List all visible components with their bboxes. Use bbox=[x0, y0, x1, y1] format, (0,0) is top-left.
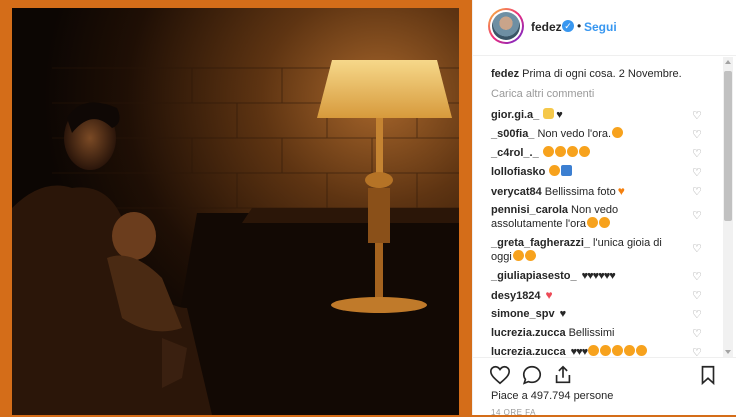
black-hearts-emoji-icon: ♥♥♥♥♥♥ bbox=[581, 270, 616, 282]
lion-emoji-icon bbox=[612, 345, 624, 356]
heart-eyes-emoji-icon bbox=[612, 127, 624, 138]
red-heart-emoji-icon: ♥ bbox=[545, 288, 553, 302]
comment-username[interactable]: desy1824 bbox=[491, 290, 541, 302]
comment-item: _greta_fagherazzi_ l'unica gioia di oggi bbox=[491, 236, 703, 264]
like-comment-heart-icon[interactable]: ♡ bbox=[692, 149, 702, 160]
comment-text: l'unica gioia di bbox=[593, 237, 662, 249]
comment-username[interactable]: verycat84 bbox=[491, 186, 542, 198]
comment-text: Non vedo bbox=[571, 204, 619, 216]
comment-item: pennisi_carola Non vedo assolutamente l'or… bbox=[491, 203, 703, 231]
heart-eyes-emoji-icon bbox=[512, 250, 524, 261]
comment-item: lucrezia.zucca ♥♥♥ bbox=[491, 345, 703, 357]
comment-username[interactable]: gior.gi.a_ bbox=[491, 109, 539, 121]
heart-eyes-emoji-icon bbox=[587, 217, 599, 228]
comment-text: Bellissimi bbox=[568, 327, 615, 339]
black-hearts-emoji-icon: ♥♥♥ bbox=[570, 346, 589, 357]
comments-list[interactable]: fedez Prima di ogni cosa. 2 Novembre. Car… bbox=[473, 57, 723, 357]
share-icon[interactable] bbox=[552, 364, 574, 386]
comment-username[interactable]: lollofiasko bbox=[491, 166, 545, 178]
orange-heart-emoji-icon: ♥ bbox=[617, 184, 625, 198]
heart-eyes-emoji-icon bbox=[566, 146, 578, 157]
lion-emoji-icon bbox=[600, 345, 612, 356]
comment-item: verycat84 Bellissima foto ♥ bbox=[491, 184, 703, 199]
comments-scrollbar[interactable] bbox=[723, 57, 733, 357]
comment-text-continued: oggi bbox=[491, 251, 512, 263]
like-comment-heart-icon[interactable]: ♡ bbox=[692, 272, 702, 283]
comment-item: lucrezia.zucca Bellissimi bbox=[491, 326, 703, 340]
comment-item: _giuliapiasesto_ ♥♥♥♥♥♥ bbox=[491, 269, 703, 283]
heart-eyes-emoji-icon bbox=[542, 146, 554, 157]
separator-dot: • bbox=[577, 19, 582, 33]
anchor-emoji-icon bbox=[561, 165, 573, 176]
like-comment-heart-icon[interactable]: ♡ bbox=[692, 310, 702, 321]
lion-emoji-icon bbox=[636, 345, 648, 356]
like-comment-heart-icon[interactable]: ♡ bbox=[692, 130, 702, 141]
comment-username[interactable]: lucrezia.zucca bbox=[491, 346, 566, 357]
scroll-up-arrow-icon[interactable] bbox=[725, 60, 731, 64]
heart-eyes-emoji-icon bbox=[549, 165, 561, 176]
like-comment-heart-icon[interactable]: ♡ bbox=[692, 348, 702, 358]
avatar[interactable] bbox=[488, 8, 524, 44]
lion-emoji-icon bbox=[624, 345, 636, 356]
comment-username[interactable]: pennisi_carola bbox=[491, 204, 568, 216]
comment-item: desy1824 ♥ bbox=[491, 288, 703, 303]
post-caption: fedez Prima di ogni cosa. 2 Novembre. bbox=[491, 68, 682, 80]
load-more-comments-button[interactable]: Carica altri commenti bbox=[491, 88, 594, 100]
comment-username[interactable]: _greta_fagherazzi_ bbox=[491, 237, 590, 249]
post-photo[interactable] bbox=[12, 8, 459, 415]
comment-text: Bellissima foto bbox=[544, 186, 616, 198]
like-heart-icon[interactable] bbox=[489, 364, 511, 386]
scroll-down-arrow-icon[interactable] bbox=[725, 350, 731, 354]
comment-username[interactable]: _s00fia_ bbox=[491, 128, 534, 140]
like-comment-heart-icon[interactable]: ♡ bbox=[692, 168, 702, 179]
post-timestamp: 14 ORE FA bbox=[491, 408, 536, 417]
comment-item: _c4rol_._ bbox=[491, 146, 703, 160]
like-comment-heart-icon[interactable]: ♡ bbox=[692, 187, 702, 198]
likes-count[interactable]: Piace a 497.794 persone bbox=[491, 390, 613, 402]
scrollbar-thumb[interactable] bbox=[724, 71, 732, 221]
comment-username[interactable]: simone_spv bbox=[491, 308, 555, 320]
comment-text: Non vedo l'ora. bbox=[537, 128, 612, 140]
like-comment-heart-icon[interactable]: ♡ bbox=[692, 244, 702, 255]
comment-username[interactable]: _giuliapiasesto_ bbox=[491, 270, 577, 282]
caption-text: Prima di ogni cosa. 2 Novembre. bbox=[522, 68, 682, 80]
like-comment-heart-icon[interactable]: ♡ bbox=[692, 211, 702, 222]
caption-username[interactable]: fedez bbox=[491, 68, 519, 80]
comment-username[interactable]: _c4rol_._ bbox=[491, 147, 539, 159]
likes-text: Piace a 497.794 persone bbox=[491, 390, 614, 402]
comment-item: _s00fia_ Non vedo l'ora. bbox=[491, 127, 703, 141]
comment-item: lollofiasko bbox=[491, 165, 703, 179]
black-heart-emoji-icon: ♥ bbox=[556, 109, 562, 121]
heart-eyes-emoji-icon bbox=[599, 217, 611, 228]
comment-item: gior.gi.a_ ♥ bbox=[491, 108, 703, 122]
page-background: fedez ✓ • Segui fedez Prima di ogni cosa.… bbox=[0, 0, 736, 417]
comment-item: simone_spv ♥ bbox=[491, 307, 703, 321]
like-comment-heart-icon[interactable]: ♡ bbox=[692, 111, 702, 122]
avatar-ring bbox=[490, 10, 522, 42]
bookmark-icon[interactable] bbox=[697, 364, 719, 386]
avatar-image bbox=[492, 12, 520, 40]
black-heart-emoji-icon: ♥ bbox=[559, 308, 566, 320]
heart-eyes-emoji-icon bbox=[524, 250, 536, 261]
post-header: fedez ✓ • Segui bbox=[473, 0, 736, 56]
follow-button[interactable]: Segui bbox=[584, 20, 617, 34]
comment-bubble-icon[interactable] bbox=[521, 364, 543, 386]
praying-hands-emoji-icon bbox=[543, 108, 555, 119]
heart-eyes-emoji-icon bbox=[554, 146, 566, 157]
comment-username[interactable]: lucrezia.zucca bbox=[491, 327, 566, 339]
lion-emoji-icon bbox=[588, 345, 600, 356]
heart-eyes-emoji-icon bbox=[578, 146, 590, 157]
verified-badge-icon: ✓ bbox=[562, 20, 574, 32]
photo-illustration bbox=[12, 8, 459, 415]
like-comment-heart-icon[interactable]: ♡ bbox=[692, 291, 702, 302]
author-username[interactable]: fedez bbox=[531, 20, 562, 34]
like-comment-heart-icon[interactable]: ♡ bbox=[692, 329, 702, 340]
post-side-panel: fedez ✓ • Segui fedez Prima di ogni cosa.… bbox=[472, 0, 736, 417]
comment-text-continued: assolutamente l'ora bbox=[491, 218, 587, 230]
post-actions-bar bbox=[473, 357, 736, 387]
